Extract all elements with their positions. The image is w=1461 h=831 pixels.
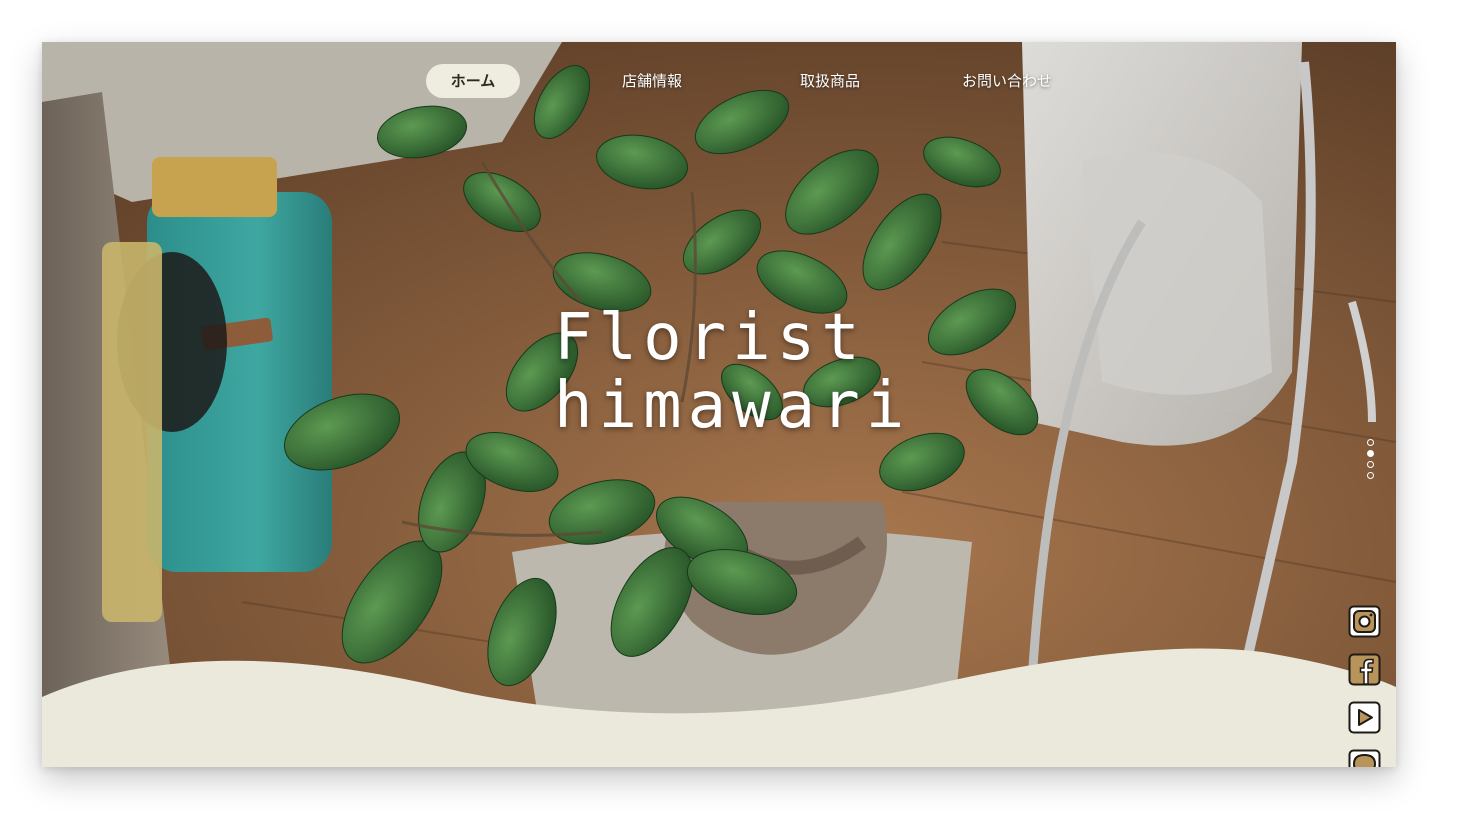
nav-item-products[interactable]: 取扱商品 xyxy=(786,64,874,98)
youtube-icon[interactable] xyxy=(1348,701,1381,734)
slider-pagination xyxy=(1367,439,1379,483)
nav-item-contact[interactable]: お問い合わせ xyxy=(952,64,1062,98)
slider-dot-1[interactable] xyxy=(1367,439,1374,446)
hero-bottom-wave xyxy=(42,648,1396,767)
nav-item-store-info[interactable]: 店舗情報 xyxy=(608,64,696,98)
site-logo[interactable]: Florist himawari xyxy=(554,301,911,443)
nav-item-home[interactable]: ホーム xyxy=(426,64,520,98)
social-links xyxy=(1348,605,1384,767)
main-nav: ホーム 店舗情報 取扱商品 お問い合わせ xyxy=(42,64,1396,100)
logo-line-himawari: himawari xyxy=(554,369,911,443)
slider-dot-3[interactable] xyxy=(1367,461,1374,468)
facebook-icon[interactable] xyxy=(1348,653,1381,686)
page-frame: ホーム 店舗情報 取扱商品 お問い合わせ Florist himawari xyxy=(42,42,1396,767)
chat-bubble-icon[interactable] xyxy=(1348,749,1381,767)
slider-dot-4[interactable] xyxy=(1367,472,1374,479)
logo-line-florist: Florist xyxy=(554,301,866,375)
slider-dot-2[interactable] xyxy=(1367,450,1374,457)
instagram-icon[interactable] xyxy=(1348,605,1381,638)
